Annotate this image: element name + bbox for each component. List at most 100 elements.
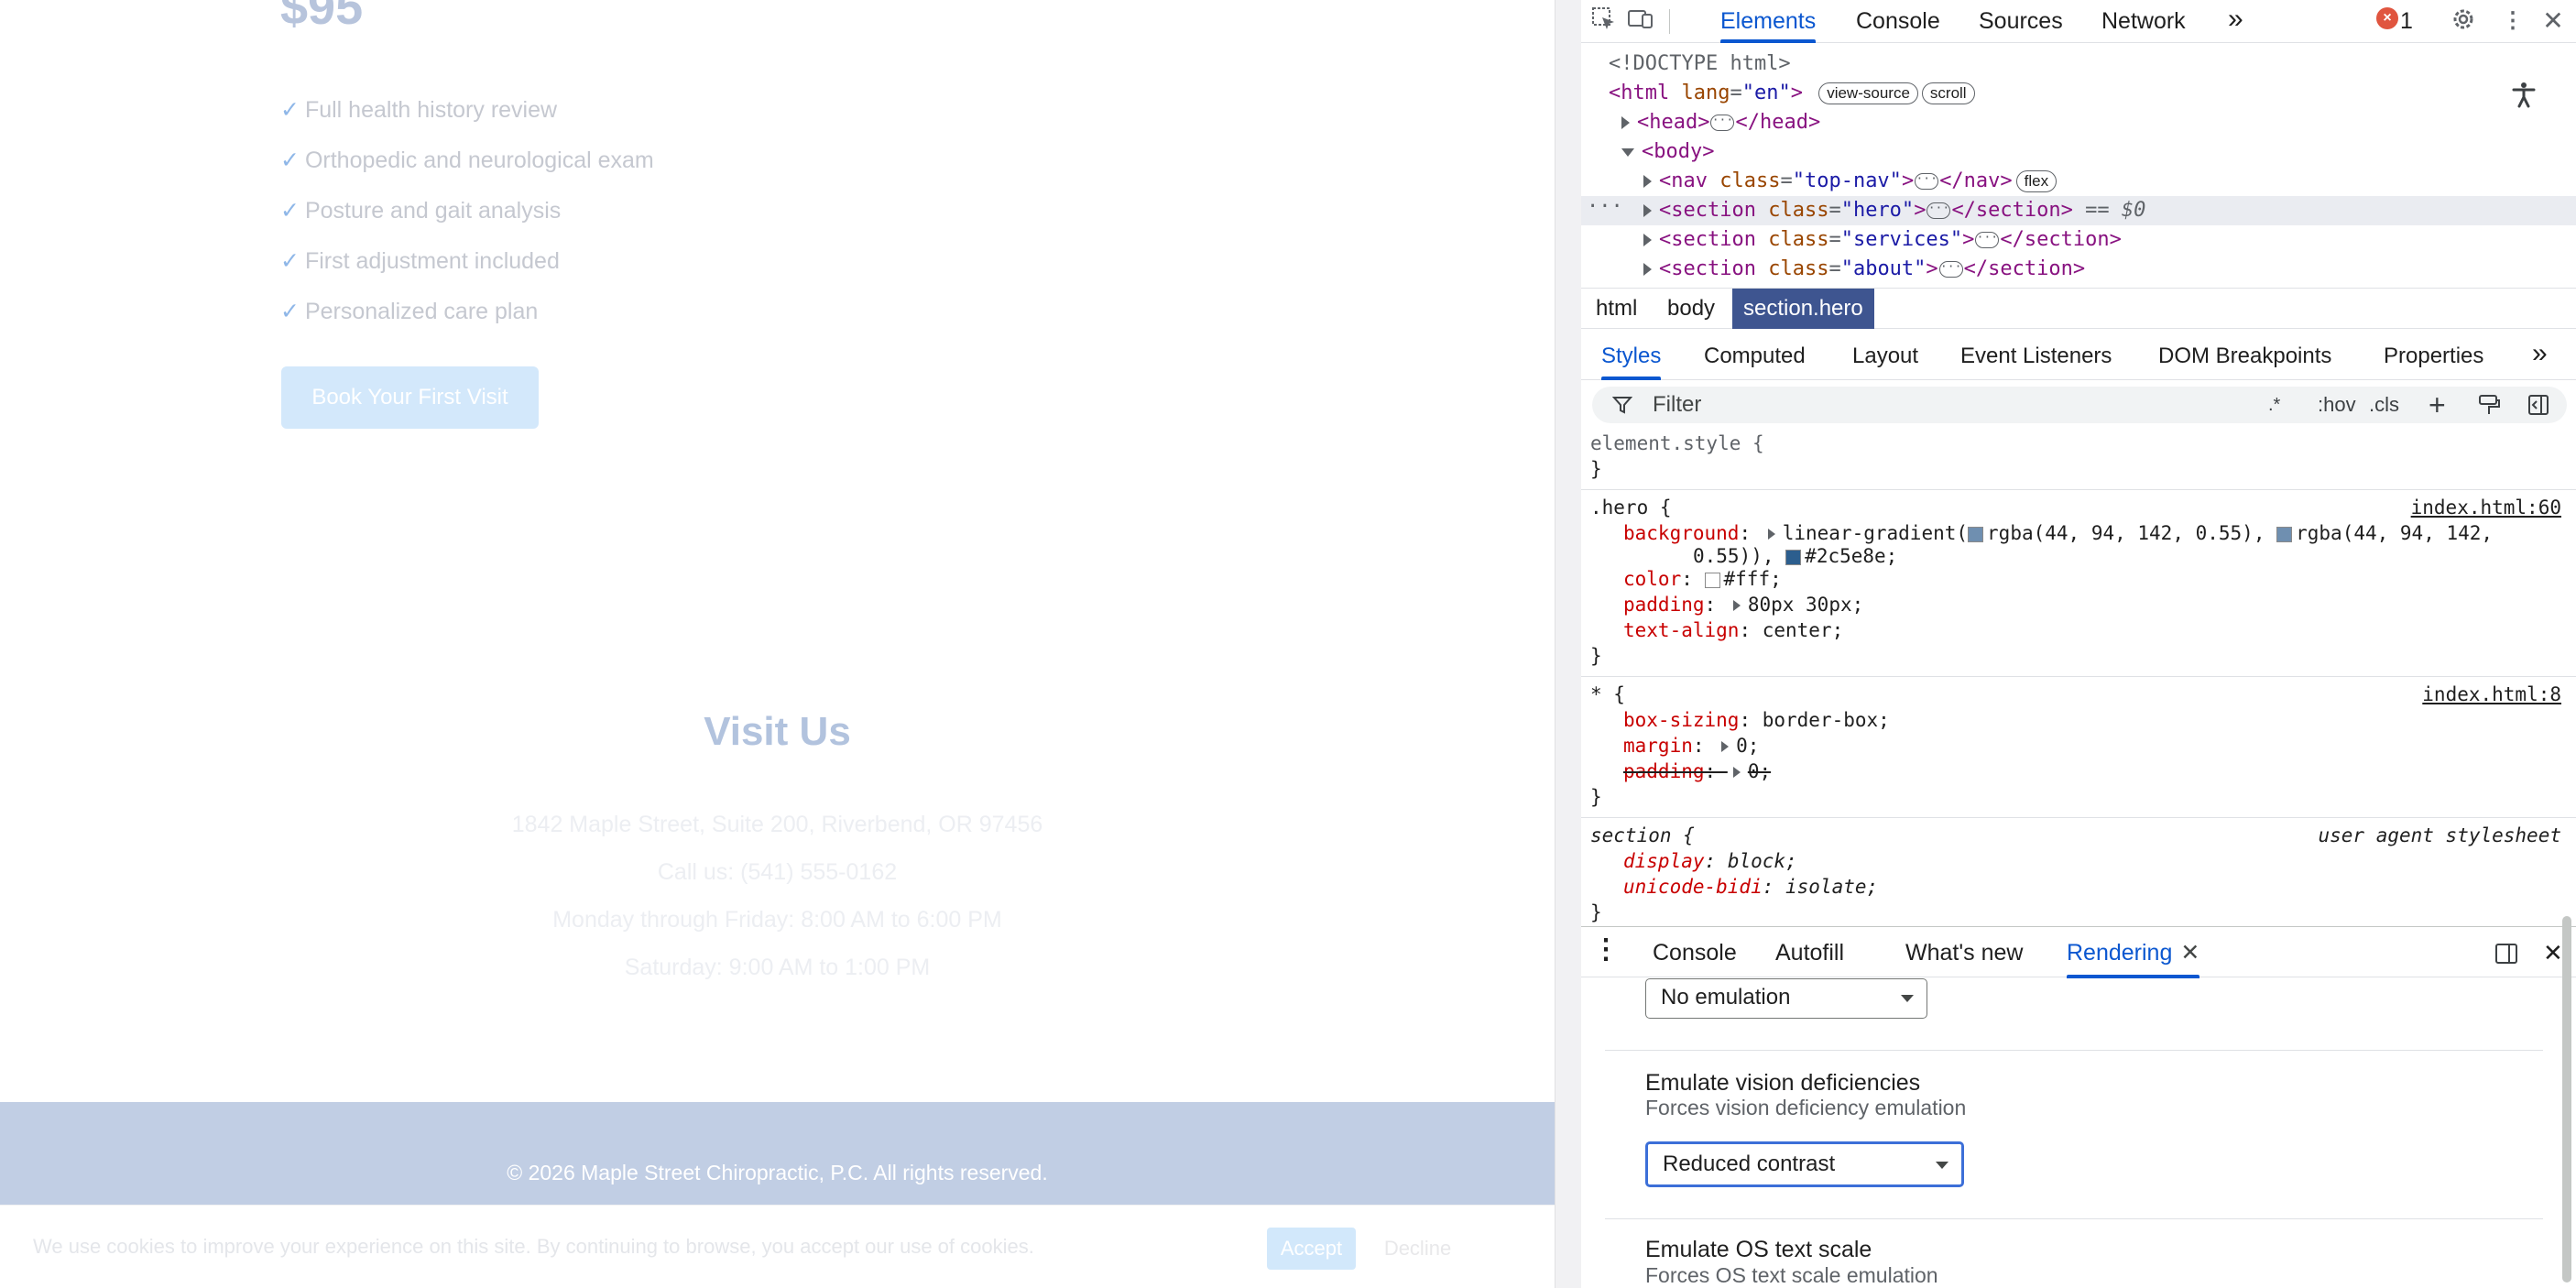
class-toggle[interactable]: .cls xyxy=(2369,387,2399,423)
margin-decl[interactable]: margin: 0; xyxy=(1623,733,1759,759)
cookie-decline-button[interactable]: Decline xyxy=(1374,1228,1461,1270)
hero-text-align-decl[interactable]: text-align: center; xyxy=(1623,617,1843,643)
rule-separator xyxy=(1581,489,2576,490)
breadcrumb-html[interactable]: html xyxy=(1585,289,1648,329)
inspect-element-icon[interactable] xyxy=(1588,5,1620,37)
add-rule-icon[interactable]: + xyxy=(2429,387,2446,423)
section-rule-selector[interactable]: section { xyxy=(1590,823,1695,848)
dom-node-body[interactable]: <body> xyxy=(1581,137,2576,167)
box-sizing-decl[interactable]: box-sizing: border-box; xyxy=(1623,707,1890,733)
vision-deficiency-subtitle: Forces vision deficiency emulation xyxy=(1645,1096,1967,1119)
book-first-visit-button[interactable]: Book Your First Visit xyxy=(281,366,539,429)
cookie-accept-button[interactable]: Accept xyxy=(1267,1228,1356,1270)
feature-list: ✓ Full health history review ✓ Orthopedic … xyxy=(280,84,654,336)
visit-hours-weekday: Monday through Friday: 8:00 AM to 6:00 P… xyxy=(552,907,1002,933)
color-swatch-rgba-2[interactable] xyxy=(2276,526,2293,542)
scroll-badge[interactable]: scroll xyxy=(1921,82,1975,104)
feature-text: First adjustment included xyxy=(304,247,560,274)
hero-rule-source-link[interactable]: index.html:60 xyxy=(2411,495,2561,520)
drawer-menu-icon[interactable]: ⋮ xyxy=(1592,927,1620,978)
padding-decl-overridden[interactable]: padding: 0; xyxy=(1623,759,1771,784)
drawer-tab-rendering[interactable]: Rendering ✕ xyxy=(2067,927,2200,978)
breadcrumb-body[interactable]: body xyxy=(1656,289,1726,329)
dom-node-about[interactable]: <section class="about"> ··· </section> xyxy=(1581,255,2576,284)
tab-network[interactable]: Network xyxy=(2101,0,2186,43)
toggle-sidebar-icon[interactable] xyxy=(2527,393,2550,417)
ellipsis-icon[interactable]: ··· xyxy=(1915,173,1939,190)
expand-triangle-icon[interactable] xyxy=(1621,116,1630,129)
visit-phone: Call us: (541) 555-0162 xyxy=(657,859,898,885)
color-swatch-hex[interactable] xyxy=(1785,549,1802,565)
regex-toggle[interactable]: .* xyxy=(2268,387,2280,423)
ellipsis-icon[interactable]: ··· xyxy=(1927,202,1951,219)
drawer-tab-whats-new[interactable]: What's new xyxy=(1905,927,2023,978)
tab-dom-breakpoints[interactable]: DOM Breakpoints xyxy=(2158,333,2331,380)
universal-rule-selector[interactable]: * { xyxy=(1590,682,1625,707)
hover-state-toggle[interactable]: :hov xyxy=(2318,387,2356,423)
os-text-scale-title: Emulate OS text scale xyxy=(1645,1237,1872,1262)
vision-deficiency-select[interactable]: Reduced contrast xyxy=(1645,1141,1964,1187)
feature-text: Posture and gait analysis xyxy=(304,197,562,224)
toolbar-divider xyxy=(1669,9,1670,34)
tab-event-listeners[interactable]: Event Listeners xyxy=(1960,333,2112,380)
paint-icon[interactable] xyxy=(2477,393,2501,417)
close-devtools-icon[interactable]: ✕ xyxy=(2538,5,2569,37)
expand-triangle-icon[interactable] xyxy=(1767,529,1775,540)
dock-side-icon[interactable] xyxy=(2494,927,2519,978)
visit-hours-saturday: Saturday: 9:00 AM to 1:00 PM xyxy=(624,955,931,980)
expand-triangle-icon[interactable] xyxy=(1721,741,1730,752)
dom-node-hero-selected[interactable]: ··· <section class="hero"> ··· </section> … xyxy=(1581,195,2576,225)
accessibility-icon[interactable] xyxy=(2508,81,2539,112)
expand-triangle-icon[interactable] xyxy=(1643,204,1652,217)
drawer-scrollbar[interactable] xyxy=(2562,916,2571,1283)
tab-layout[interactable]: Layout xyxy=(1852,333,1918,380)
dom-node-services[interactable]: <section class="services"> ··· </section> xyxy=(1581,225,2576,255)
more-tabs-icon[interactable]: » xyxy=(2228,0,2243,43)
styles-filter-input[interactable]: Filter .* :hov .cls + xyxy=(1592,387,2567,423)
tab-console[interactable]: Console xyxy=(1856,0,1940,43)
expand-triangle-icon[interactable] xyxy=(1643,263,1652,276)
tab-styles[interactable]: Styles xyxy=(1601,333,1662,380)
error-count[interactable]: 1 xyxy=(2400,0,2413,43)
more-options-icon[interactable]: ⋮ xyxy=(2497,5,2528,37)
device-toolbar-icon[interactable] xyxy=(1625,5,1656,37)
hero-color-decl[interactable]: color: #fff; xyxy=(1623,566,1782,592)
tab-sources[interactable]: Sources xyxy=(1979,0,2063,43)
color-swatch-rgba-1[interactable] xyxy=(1968,526,1984,542)
collapse-triangle-icon[interactable] xyxy=(1621,147,1634,157)
node-actions-icon[interactable]: ··· xyxy=(1587,192,1623,222)
flex-badge[interactable]: flex xyxy=(2015,170,2058,192)
breadcrumb-section-hero[interactable]: section.hero xyxy=(1732,289,1874,329)
tab-computed[interactable]: Computed xyxy=(1704,333,1806,380)
close-tab-icon[interactable]: ✕ xyxy=(2180,927,2199,978)
ellipsis-icon[interactable]: ··· xyxy=(1975,232,2000,248)
ellipsis-icon[interactable]: ··· xyxy=(1938,261,1963,278)
section-divider xyxy=(1605,1050,2543,1051)
element-style-selector[interactable]: element.style { xyxy=(1590,431,1764,456)
hero-rule-selector[interactable]: .hero { xyxy=(1590,495,1672,520)
close-drawer-icon[interactable]: ✕ xyxy=(2543,927,2563,978)
dom-doctype[interactable]: <!DOCTYPE html> xyxy=(1581,49,2576,79)
expand-triangle-icon[interactable] xyxy=(1732,600,1741,611)
drawer-tab-console[interactable]: Console xyxy=(1653,927,1737,978)
view-source-badge[interactable]: view-source xyxy=(1818,82,1918,104)
dom-node-head[interactable]: <head> ··· </head> xyxy=(1581,108,2576,137)
devtools-splitter[interactable] xyxy=(1555,0,1581,1288)
settings-gear-icon[interactable] xyxy=(2448,5,2479,37)
expand-triangle-icon[interactable] xyxy=(1732,767,1741,778)
tab-elements[interactable]: Elements xyxy=(1720,0,1817,43)
hero-padding-decl[interactable]: padding: 80px 30px; xyxy=(1623,592,1863,617)
more-style-tabs-icon[interactable]: » xyxy=(2532,333,2548,380)
hero-background-decl[interactable]: background: linear-gradient(rgba(44, 94,… xyxy=(1623,520,2493,546)
color-swatch-white[interactable] xyxy=(1704,572,1720,588)
drawer-tab-autofill[interactable]: Autofill xyxy=(1775,927,1844,978)
tab-properties[interactable]: Properties xyxy=(2384,333,2483,380)
expand-triangle-icon[interactable] xyxy=(1643,175,1652,188)
error-icon[interactable]: × xyxy=(2376,7,2398,29)
dom-node-html[interactable]: <html lang="en"> view-source scroll xyxy=(1581,79,2576,108)
emulation-select[interactable]: No emulation xyxy=(1645,978,1927,1019)
universal-rule-source-link[interactable]: index.html:8 xyxy=(2422,682,2561,707)
expand-triangle-icon[interactable] xyxy=(1643,234,1652,246)
dom-node-nav[interactable]: <nav class="top-nav"> ··· </nav> flex xyxy=(1581,167,2576,196)
ellipsis-icon[interactable]: ··· xyxy=(1710,115,1735,131)
